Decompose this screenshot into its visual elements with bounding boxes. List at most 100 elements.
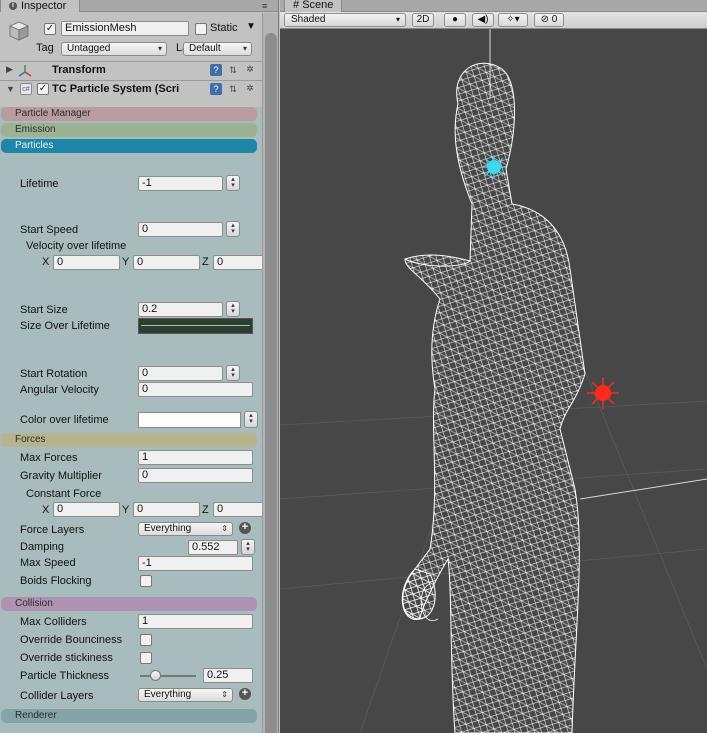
force-layers-dropdown[interactable]: Everything ⇕ — [138, 522, 233, 536]
boids-flocking-checkbox[interactable] — [140, 575, 152, 587]
boids-flocking-label: Boids Flocking — [20, 575, 92, 587]
gear-icon[interactable]: ✲ — [244, 63, 256, 75]
tab-inspector-label: Inspector — [21, 0, 67, 12]
help-icon[interactable]: ? — [210, 64, 222, 76]
velocity-y-label: Y — [122, 256, 130, 268]
color-over-lifetime-gradient[interactable] — [138, 412, 241, 428]
constant-force-z-label: Z — [202, 504, 209, 516]
section-emission[interactable]: Emission — [1, 123, 257, 137]
size-over-lifetime-curve[interactable] — [138, 318, 253, 334]
velocity-label: Velocity over lifetime — [26, 240, 127, 252]
max-colliders-field[interactable]: 1 — [138, 614, 253, 629]
constant-force-y-label: Y — [122, 504, 130, 516]
section-collision[interactable]: Collision — [1, 597, 257, 611]
layer-dropdown[interactable]: Default ▾ — [183, 42, 252, 56]
object-name-field[interactable]: EmissionMesh — [61, 21, 189, 36]
lifetime-field[interactable]: -1 — [138, 176, 223, 191]
start-speed-stepper[interactable]: ▴ ▾ — [226, 221, 240, 237]
scene-viewport[interactable] — [280, 29, 707, 733]
scene-panel: # Scene Shaded ▾ 2D ● ◀) ✧▾ ⊘ 0 — [280, 0, 707, 733]
velocity-y-field[interactable]: 0 — [133, 255, 200, 270]
start-speed-field[interactable]: 0 — [138, 222, 223, 237]
damping-stepper[interactable]: ▴ ▾ — [241, 539, 255, 555]
tag-dropdown[interactable]: Untagged ▾ — [61, 42, 167, 56]
velocity-z-field[interactable]: 0 — [213, 255, 262, 270]
max-colliders-label: Max Colliders — [20, 616, 87, 628]
lifetime-label: Lifetime — [20, 178, 59, 190]
particle-thickness-field[interactable]: 0.25 — [203, 668, 253, 683]
size-over-lifetime-label: Size Over Lifetime — [20, 320, 110, 332]
collider-layers-dropdown[interactable]: Everything ⇕ — [138, 688, 233, 702]
velocity-z-label: Z — [202, 256, 209, 268]
particle-thickness-slider-track[interactable] — [140, 675, 196, 677]
section-particles[interactable]: Particles — [1, 139, 257, 153]
velocity-x-label: X — [42, 256, 50, 268]
override-bounciness-checkbox[interactable] — [140, 634, 152, 646]
active-checkbox[interactable]: ✓ — [44, 23, 56, 35]
constant-force-z-field[interactable]: 0 — [213, 502, 262, 517]
static-checkbox[interactable] — [195, 23, 207, 35]
shading-mode-value: Shaded — [291, 14, 326, 25]
gravity-multiplier-field[interactable]: 0 — [138, 468, 253, 483]
updown-arrow-icon: ⇕ — [221, 524, 228, 533]
start-rotation-field[interactable]: 0 — [138, 366, 223, 381]
component-enabled-checkbox[interactable]: ✓ — [37, 83, 49, 95]
override-stickiness-checkbox[interactable] — [140, 652, 152, 664]
tag-value: Untagged — [67, 43, 111, 54]
static-dropdown-icon[interactable]: ▼ — [246, 20, 256, 33]
panel-menu-icon[interactable]: ≡ — [262, 1, 267, 11]
chevron-down-icon: ▾ — [242, 44, 247, 53]
transform-component-header[interactable]: ▶ Transform ? ⇅ ✲ — [0, 61, 262, 79]
fold-arrow-icon[interactable]: ▶ — [6, 64, 13, 75]
audio-icon[interactable]: ◀) — [472, 13, 494, 27]
start-size-stepper[interactable]: ▴ ▾ — [226, 301, 240, 317]
max-forces-field[interactable]: 1 — [138, 450, 253, 465]
section-renderer[interactable]: Renderer — [1, 709, 257, 723]
start-size-field[interactable]: 0.2 — [138, 302, 223, 317]
tab-inspector[interactable]: i Inspector — [0, 0, 80, 12]
damping-field[interactable]: 0.552 — [188, 540, 238, 555]
angular-velocity-field[interactable]: 0 — [138, 382, 253, 397]
section-forces[interactable]: Forces — [1, 433, 257, 447]
tc-particle-system-title: TC Particle System (Scri — [52, 83, 180, 95]
start-rotation-stepper[interactable]: ▴ ▾ — [226, 365, 240, 381]
tc-particle-system-header[interactable]: ▼ c# ✓ TC Particle System (Scri ? ⇅ ✲ — [0, 80, 262, 98]
light-icon[interactable]: ● — [444, 13, 466, 27]
layer-value: Default — [189, 43, 221, 54]
lifetime-stepper[interactable]: ▴ ▾ — [226, 175, 240, 191]
mode-2d-button[interactable]: 2D — [412, 13, 434, 27]
plus-icon[interactable]: + — [239, 688, 251, 700]
gear-icon[interactable]: ✲ — [244, 82, 256, 94]
scene-toolbar: Shaded ▾ 2D ● ◀) ✧▾ ⊘ 0 — [280, 12, 707, 29]
transform-icon — [18, 65, 32, 77]
constant-force-y-field[interactable]: 0 — [133, 502, 200, 517]
tab-scene[interactable]: # Scene — [284, 0, 343, 12]
help-icon[interactable]: ? — [210, 83, 222, 95]
fold-arrow-icon[interactable]: ▼ — [6, 84, 15, 94]
constant-force-x-label: X — [42, 504, 50, 516]
section-particle-manager[interactable]: Particle Manager — [1, 107, 257, 121]
max-speed-label: Max Speed — [20, 557, 76, 569]
chevron-down-icon: ▾ — [395, 15, 400, 24]
preset-icon[interactable]: ⇅ — [227, 83, 239, 95]
max-forces-label: Max Forces — [20, 452, 78, 464]
preset-icon[interactable]: ⇅ — [227, 64, 239, 76]
scene-grid-icon: # — [293, 0, 300, 11]
color-over-lifetime-stepper[interactable]: ▴ ▾ — [244, 411, 258, 428]
max-speed-field[interactable]: -1 — [138, 556, 253, 571]
light-gizmo-icon[interactable] — [482, 155, 506, 179]
effects-icon[interactable]: ✧▾ — [498, 13, 528, 27]
damping-label: Damping — [20, 541, 65, 553]
inspector-scroll-thumb[interactable] — [265, 33, 277, 733]
constant-force-x-field[interactable]: 0 — [53, 502, 120, 517]
shading-mode-dropdown[interactable]: Shaded ▾ — [284, 13, 406, 27]
color-over-lifetime-label: Color over lifetime — [20, 414, 109, 426]
velocity-x-field[interactable]: 0 — [53, 255, 120, 270]
particle-thickness-slider-thumb[interactable] — [150, 670, 161, 681]
inspector-scrollbar[interactable] — [262, 13, 278, 733]
start-size-label: Start Size — [20, 304, 68, 316]
plus-icon[interactable]: + — [239, 522, 251, 534]
info-icon: i — [9, 2, 17, 10]
visibility-toggle[interactable]: ⊘ 0 — [534, 13, 564, 27]
light-gizmo-icon[interactable] — [587, 377, 619, 409]
